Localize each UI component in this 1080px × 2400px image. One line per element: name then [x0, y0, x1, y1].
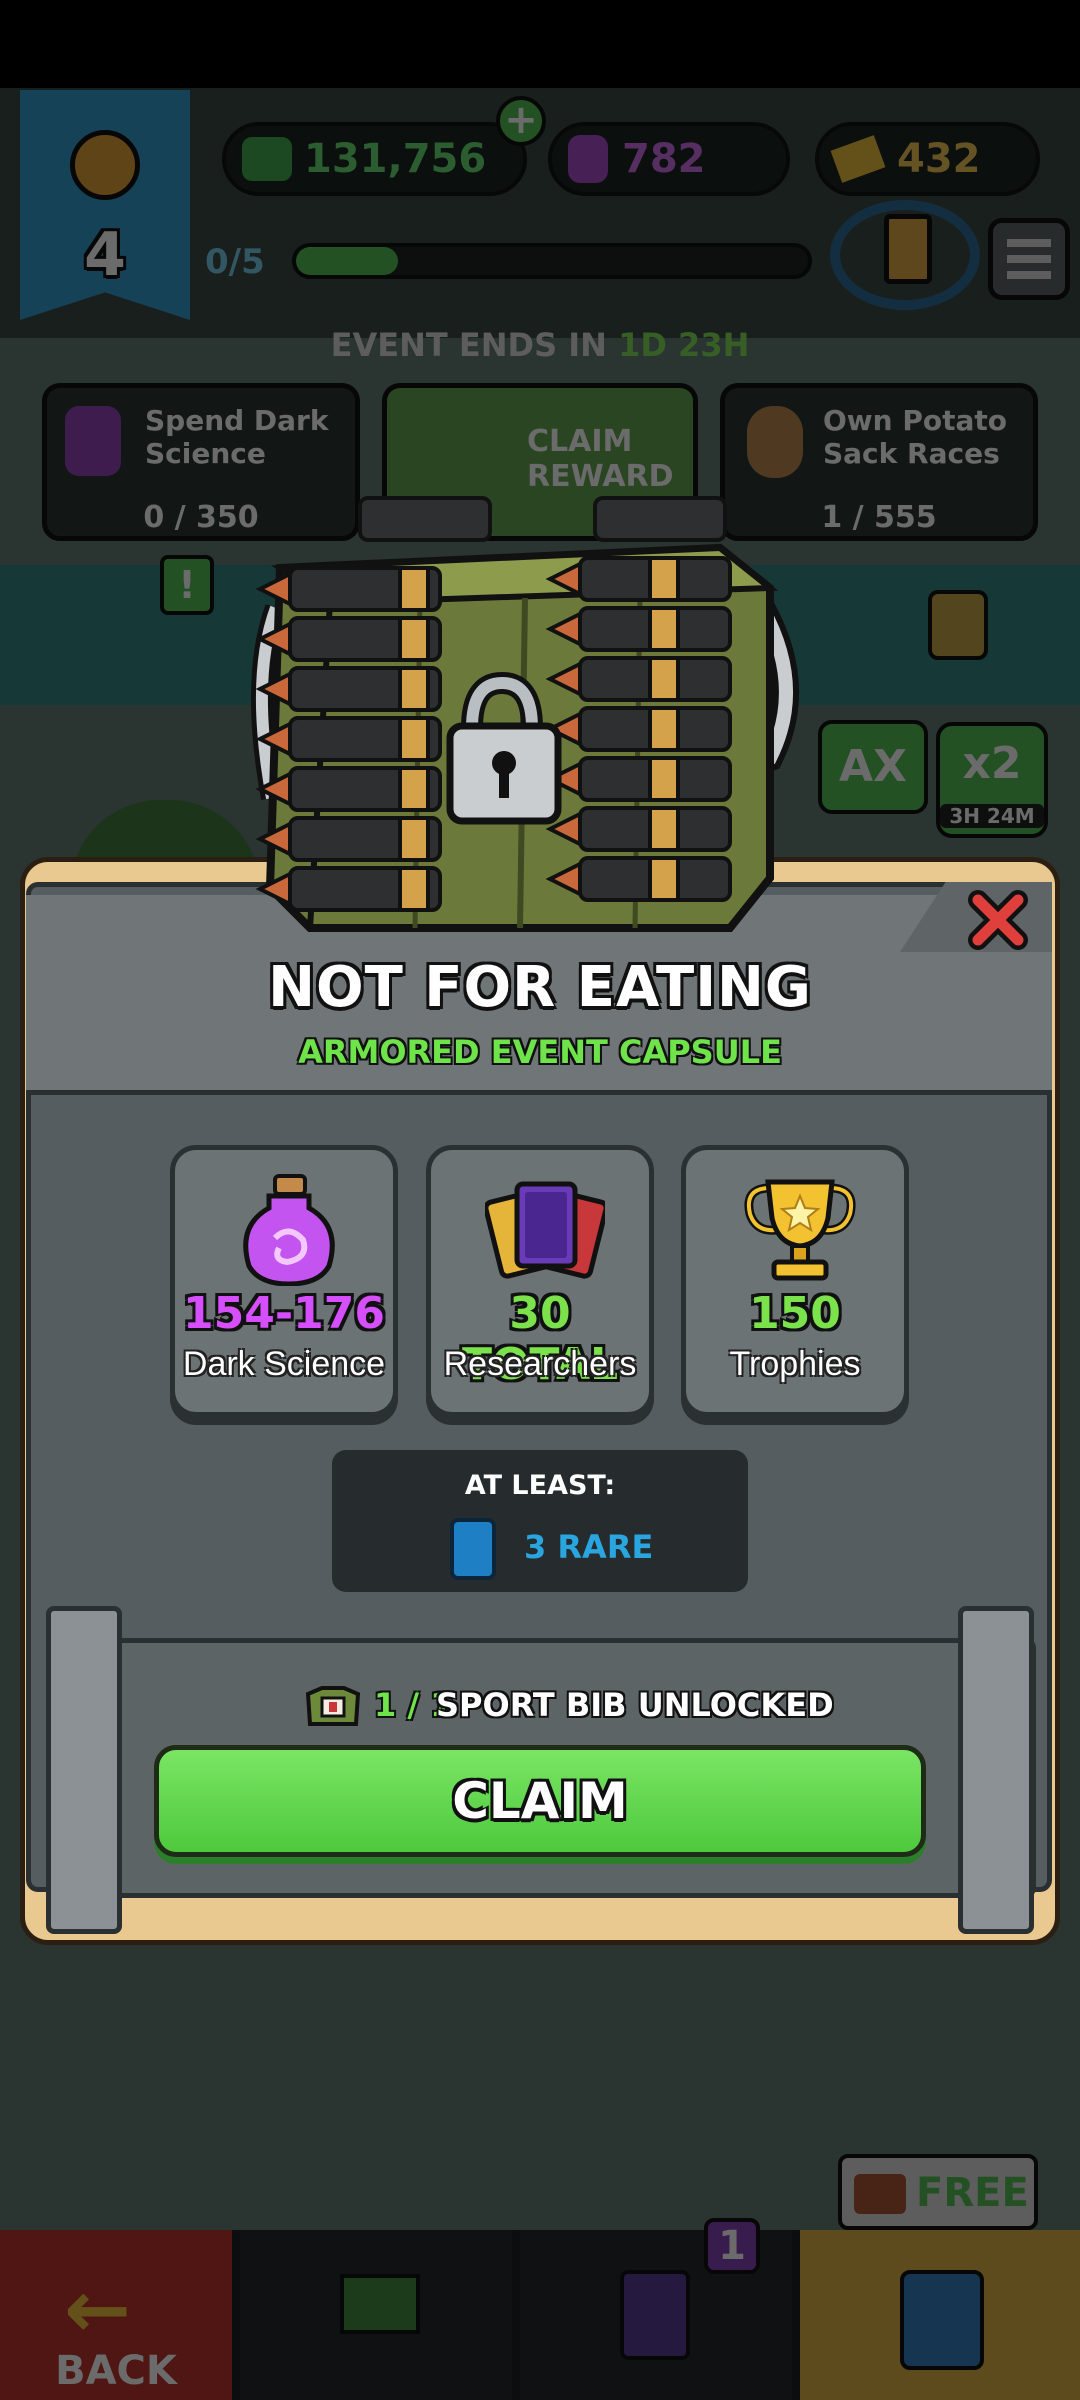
tickets-amount: 432	[897, 136, 981, 182]
rare-card-icon	[450, 1518, 496, 1580]
reward-value: 154-176	[183, 1288, 385, 1339]
progress-bar	[292, 243, 812, 279]
panel-post-right	[958, 1606, 1034, 1934]
close-button[interactable]	[962, 884, 1034, 956]
nav-cards-tab[interactable]: 1	[520, 2218, 792, 2400]
cards-badge: 1	[704, 2218, 760, 2274]
reward-card-trophies: 150 Trophies	[681, 1145, 909, 1417]
dark-science-pill[interactable]: 782	[548, 122, 790, 196]
back-label: BACK	[55, 2348, 177, 2394]
lock-icon	[928, 590, 988, 660]
dark-science-flask-icon	[243, 1174, 335, 1286]
event-days: 1D	[618, 326, 667, 364]
dark-science-amount: 782	[622, 136, 706, 182]
timer-banner[interactable]: 4	[20, 90, 190, 320]
multiplier-timer: 3H 24M	[940, 804, 1044, 828]
progress-text: 0/5	[205, 242, 265, 282]
timer-level: 4	[84, 220, 126, 290]
flag-icon	[340, 2274, 420, 2334]
back-button[interactable]: ← BACK	[0, 2230, 232, 2400]
claim-button[interactable]: CLAIM	[154, 1745, 926, 1857]
task-title: Own Potato Sack Races	[823, 404, 1008, 470]
multiplier-button[interactable]: x2 3H 24M	[936, 722, 1048, 838]
multiplier-value: x2	[962, 738, 1022, 789]
tickets-pill[interactable]: 432	[815, 122, 1040, 196]
at-least-label: AT LEAST:	[464, 1470, 616, 1501]
potato-runner-icon	[747, 406, 803, 478]
ammo-box-icon	[854, 2174, 906, 2214]
reward-label: Researchers	[443, 1345, 637, 1383]
task-title: Spend Dark Science	[145, 404, 329, 470]
bottom-navigation: ← BACK 1	[0, 2218, 1080, 2400]
sport-bib-icon	[305, 1686, 361, 1726]
ticket-icon	[830, 135, 886, 183]
reward-label: Dark Science	[182, 1345, 386, 1383]
green-currency-pill[interactable]: 131,756	[222, 122, 527, 196]
back-arrow-icon: ←	[64, 2263, 132, 2356]
alarm-clock-icon	[70, 130, 140, 200]
hamburger-icon	[1007, 239, 1051, 247]
reward-card-researchers: 30 TOTAL Researchers	[426, 1145, 654, 1417]
dark-science-icon	[65, 406, 121, 476]
cards-icon	[620, 2270, 690, 2360]
close-icon	[968, 890, 1028, 950]
reward-card-dark-science: 154-176 Dark Science	[170, 1145, 398, 1417]
event-ends-label: EVENT ENDS IN	[330, 326, 607, 364]
reward-label: Trophies	[729, 1345, 861, 1383]
modal-subtitle: ARMORED EVENT CAPSULE	[298, 1033, 782, 1071]
status-bar	[0, 0, 1080, 88]
nav-shop-tab[interactable]	[800, 2230, 1080, 2400]
trophy-icon	[744, 1179, 856, 1281]
max-button[interactable]: AX	[818, 720, 928, 814]
free-badge[interactable]: FREE	[838, 2154, 1038, 2230]
add-currency-button[interactable]: +	[496, 96, 546, 146]
green-currency-amount: 131,756	[304, 136, 487, 182]
laurel-card-icon[interactable]	[830, 200, 980, 310]
modal-title: NOT FOR EATING	[268, 955, 812, 1020]
reward-value: 150	[749, 1288, 841, 1339]
unlock-text: SPORT BIB UNLOCKED	[436, 1686, 834, 1724]
armored-crate-icon	[250, 496, 799, 932]
rare-count: 3 RARE	[524, 1528, 654, 1566]
researcher-cards-icon	[485, 1181, 605, 1279]
dark-science-icon	[568, 135, 608, 183]
free-label: FREE	[916, 2170, 1029, 2216]
cash-icon	[242, 137, 292, 181]
menu-button[interactable]	[988, 218, 1070, 300]
event-hours: 23H	[678, 326, 750, 364]
shopping-bag-icon	[900, 2270, 984, 2370]
alert-badge: !	[160, 555, 214, 615]
nav-flag-tab[interactable]	[240, 2230, 512, 2400]
panel-post-left	[46, 1606, 122, 1934]
claim-label: CLAIM	[452, 1772, 628, 1830]
